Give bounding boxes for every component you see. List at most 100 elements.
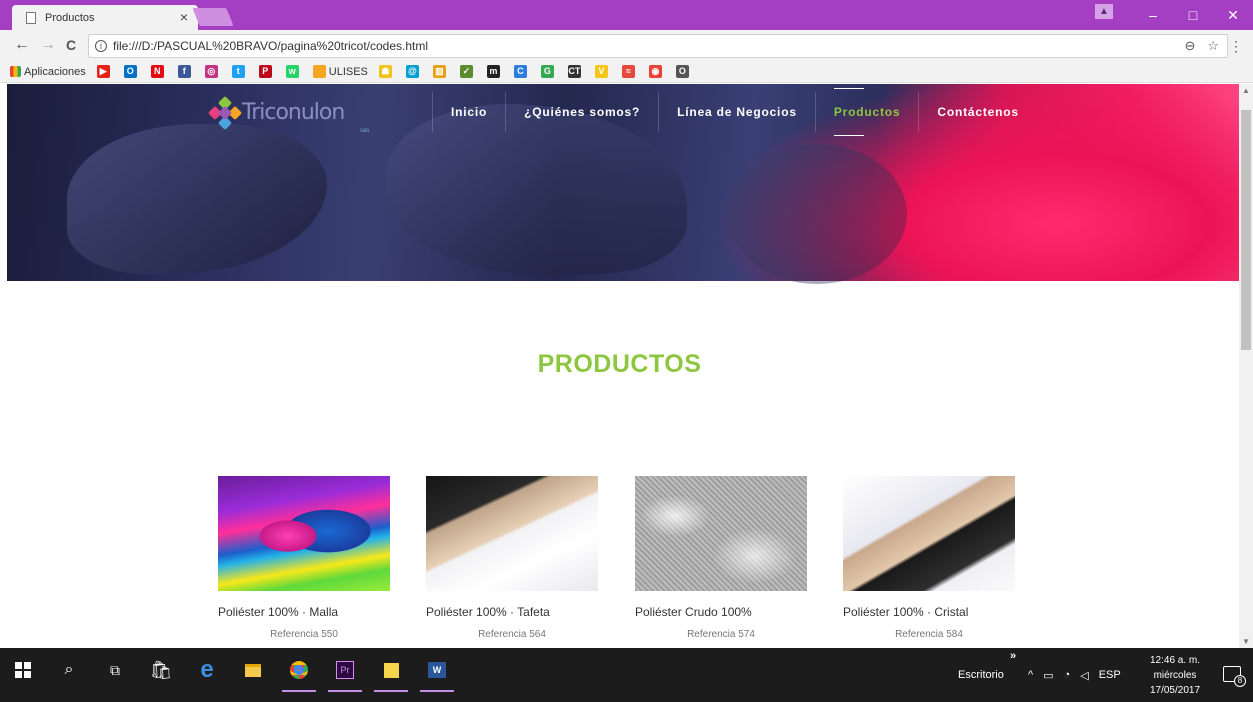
bookmark-item[interactable]: O xyxy=(123,65,140,78)
brand-suffix: sas xyxy=(360,128,370,134)
mail-icon: @ xyxy=(405,65,419,78)
browser-tab[interactable]: Productos × xyxy=(12,5,198,30)
apps-bookmark[interactable]: Aplicaciones xyxy=(10,66,86,78)
bookmark-item[interactable]: ▶ xyxy=(96,65,113,78)
bookmark-item[interactable]: V xyxy=(594,65,611,78)
whatsapp-icon: w xyxy=(285,65,299,78)
product-card[interactable]: Poliéster 100% · Tafeta Referencia 564 xyxy=(426,476,598,640)
product-name[interactable]: Poliéster Crudo 100% xyxy=(635,605,807,619)
bookmark-item[interactable]: @ xyxy=(405,65,422,78)
product-image[interactable] xyxy=(218,476,390,591)
back-button[interactable]: ← xyxy=(14,36,30,54)
browser-menu-icon[interactable]: ⋮ xyxy=(1229,38,1243,55)
product-name[interactable]: Poliéster 100% · Tafeta xyxy=(426,605,598,619)
file-explorer-button[interactable] xyxy=(230,648,276,692)
bookmark-item[interactable]: t xyxy=(231,65,248,78)
bookmark-item[interactable]: C xyxy=(513,65,530,78)
start-button[interactable] xyxy=(0,648,46,692)
battery-icon[interactable]: ▭ xyxy=(1043,669,1053,682)
nav-item-inicio[interactable]: Inicio xyxy=(432,92,505,132)
document-icon xyxy=(26,11,36,24)
scroll-up-icon[interactable]: ▲ xyxy=(1242,86,1250,95)
reload-button[interactable]: C xyxy=(66,37,76,53)
product-image[interactable] xyxy=(843,476,1015,591)
c-icon: C xyxy=(513,65,527,78)
bookmark-item[interactable]: w xyxy=(285,65,302,78)
pinterest-icon: P xyxy=(258,65,272,78)
page-scrollbar[interactable]: ▲ ▼ xyxy=(1239,84,1253,648)
task-view-icon: ⧉ xyxy=(110,661,120,678)
profile-icon[interactable]: ▲ xyxy=(1095,4,1113,19)
product-name[interactable]: Poliéster 100% · Cristal xyxy=(843,605,1015,619)
search-icon: ⌕ xyxy=(64,661,74,678)
zoom-icon[interactable]: ⊖ xyxy=(1184,38,1195,54)
clock[interactable]: 12:46 a. m. miércoles 17/05/2017 xyxy=(1143,653,1207,698)
check-icon: ✓ xyxy=(459,65,473,78)
minimize-button[interactable]: – xyxy=(1133,0,1173,30)
bars-icon: ▥ xyxy=(432,65,446,78)
language-indicator[interactable]: ESP xyxy=(1099,669,1121,681)
store-button[interactable]: 🛍 xyxy=(138,648,184,692)
bookmark-item[interactable]: ◉ xyxy=(648,65,665,78)
bookmark-item[interactable]: ▥ xyxy=(432,65,449,78)
nav-item-quiénes-somos[interactable]: ¿Quiénes somos? xyxy=(505,92,658,132)
o-icon: O xyxy=(675,65,689,78)
notification-center-button[interactable]: 8 xyxy=(1223,666,1246,687)
nav-item-línea-de-negocios[interactable]: Línea de Negocios xyxy=(658,92,815,132)
product-image[interactable] xyxy=(426,476,598,591)
bookmark-item[interactable]: CT xyxy=(567,65,584,78)
wifi-icon[interactable]: ◔ xyxy=(1064,669,1071,681)
browser-title-bar: Productos × ▲ – □ ✕ xyxy=(0,0,1253,30)
forward-button[interactable]: → xyxy=(40,36,56,54)
bookmark-label: ULISES xyxy=(328,65,368,78)
volume-icon[interactable]: ◁ xyxy=(1080,669,1088,682)
product-card[interactable]: Poliéster Crudo 100% Referencia 574 xyxy=(635,476,807,640)
bookmark-item[interactable]: N xyxy=(150,65,167,78)
nav-item-contáctenos[interactable]: Contáctenos xyxy=(918,92,1036,132)
bookmark-item[interactable]: P xyxy=(258,65,275,78)
desktop-chevron-icon[interactable]: » xyxy=(1010,650,1016,662)
desktop-label: Escritorio xyxy=(958,669,1004,681)
product-card[interactable]: Poliéster 100% · Malla Referencia 550 xyxy=(218,476,390,640)
bookmark-item[interactable]: f xyxy=(177,65,194,78)
bookmark-item[interactable]: ◎ xyxy=(204,65,221,78)
bookmark-item[interactable]: ≈ xyxy=(621,65,638,78)
product-image[interactable] xyxy=(635,476,807,591)
premiere-button[interactable]: Pr xyxy=(322,648,368,692)
twitter-icon: t xyxy=(231,65,245,78)
chevron-up-icon[interactable]: ^ xyxy=(1028,669,1033,681)
notification-count-badge: 8 xyxy=(1234,675,1246,687)
search-button[interactable]: ⌕ xyxy=(46,648,92,692)
maximize-button[interactable]: □ xyxy=(1173,0,1213,30)
sticky-notes-button[interactable] xyxy=(368,648,414,692)
chrome-button[interactable] xyxy=(276,648,322,692)
desktop-toolbar[interactable]: Escritorio » xyxy=(958,648,1016,702)
nav-item-productos[interactable]: Productos xyxy=(814,88,919,136)
info-icon[interactable]: i xyxy=(95,40,107,52)
product-name[interactable]: Poliéster 100% · Malla xyxy=(218,605,390,619)
page-viewport: Triconulon sas Inicio ¿Quiénes somos? Líne… xyxy=(0,84,1239,648)
word-button[interactable]: W xyxy=(414,648,460,692)
product-reference: Referencia 584 xyxy=(895,629,963,640)
bookmark-item[interactable]: O xyxy=(675,65,692,78)
bookmark-item[interactable]: G xyxy=(540,65,557,78)
bookmark-item[interactable]: ULISES xyxy=(312,65,368,78)
edge-button[interactable]: e xyxy=(184,648,230,692)
sticky-note-icon xyxy=(383,662,399,678)
premiere-icon: Pr xyxy=(336,661,354,679)
scrollbar-thumb[interactable] xyxy=(1241,110,1251,350)
bookmark-item[interactable]: m xyxy=(486,65,503,78)
product-card[interactable]: Poliéster 100% · Cristal Referencia 584 xyxy=(843,476,1015,640)
close-window-button[interactable]: ✕ xyxy=(1213,0,1253,30)
address-bar[interactable]: i file:///D:/PASCUAL%20BRAVO/pagina%20tr… xyxy=(88,34,1228,58)
scroll-down-icon[interactable]: ▼ xyxy=(1242,637,1250,646)
apps-label: Aplicaciones xyxy=(24,65,86,78)
site-logo[interactable]: Triconulon sas xyxy=(207,95,369,134)
bookmark-item[interactable]: ✓ xyxy=(459,65,476,78)
bookmark-item[interactable]: ☗ xyxy=(378,65,395,78)
flag-icon: ≈ xyxy=(621,65,635,78)
bookmark-star-icon[interactable]: ☆ xyxy=(1207,38,1219,54)
tab-close-button[interactable]: × xyxy=(180,9,188,25)
task-view-button[interactable]: ⧉ xyxy=(92,648,138,692)
new-tab-button[interactable] xyxy=(192,8,234,26)
